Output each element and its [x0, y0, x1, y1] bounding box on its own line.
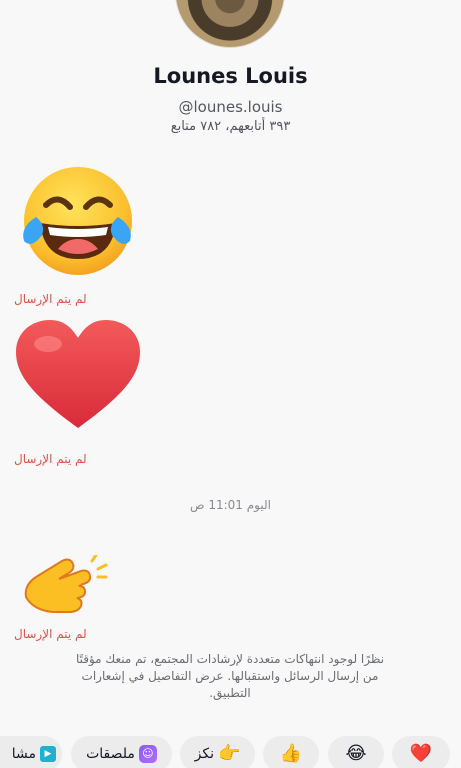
thumbs-up-icon: 👍 — [279, 743, 303, 764]
heart-emoji-message[interactable] — [14, 318, 142, 433]
profile-name[interactable]: Lounes Louis — [0, 64, 461, 88]
avatar[interactable] — [175, 0, 285, 48]
quick-thumbs-up-button[interactable]: 👍 — [263, 736, 319, 768]
quick-laugh-button[interactable]: 😂 — [328, 736, 384, 768]
message-status: لم يتم الإرسال — [14, 292, 87, 306]
poke-button[interactable]: نكز 👉 — [180, 736, 255, 768]
stickers-label: ملصقات — [86, 746, 135, 762]
message-status: لم يتم الإرسال — [14, 452, 87, 466]
laughing-face-icon: 😂 — [345, 743, 367, 764]
laughing-face-icon — [23, 167, 132, 275]
chat-screen: Lounes Louis @lounes.louis ٣٩٣ أتابعهم، … — [0, 0, 461, 768]
quick-actions-bar: ❤️ 😂 👍 نكز 👉 ملصقات ☺ مشا ▶ — [0, 736, 461, 768]
timestamp: اليوم 11:01 ص — [190, 498, 271, 512]
stickers-button[interactable]: ملصقات ☺ — [71, 736, 172, 768]
waving-hand-icon — [24, 553, 108, 613]
poke-hand-icon: 👉 — [217, 743, 241, 764]
profile-stats: ٣٩٣ أتابعهم، ٧٨٢ متابع — [170, 119, 291, 134]
profile-handle: @lounes.louis — [178, 98, 283, 116]
share-label: مشا — [11, 746, 36, 762]
wave-emoji-message[interactable] — [22, 553, 108, 624]
heart-icon: ❤️ — [409, 743, 433, 764]
poke-label: نكز — [194, 746, 214, 762]
share-icon: ▶ — [40, 746, 56, 762]
sticker-icon: ☺ — [138, 745, 157, 763]
restriction-notice: نظرًا لوجود انتهاكات متعددة لإرشادات الم… — [75, 652, 385, 700]
heart-icon — [16, 320, 140, 428]
message-status: لم يتم الإرسال — [14, 627, 87, 641]
share-button[interactable]: مشا ▶ — [0, 736, 62, 768]
quick-heart-button[interactable]: ❤️ — [392, 736, 450, 768]
laughing-emoji-message[interactable] — [18, 165, 136, 282]
